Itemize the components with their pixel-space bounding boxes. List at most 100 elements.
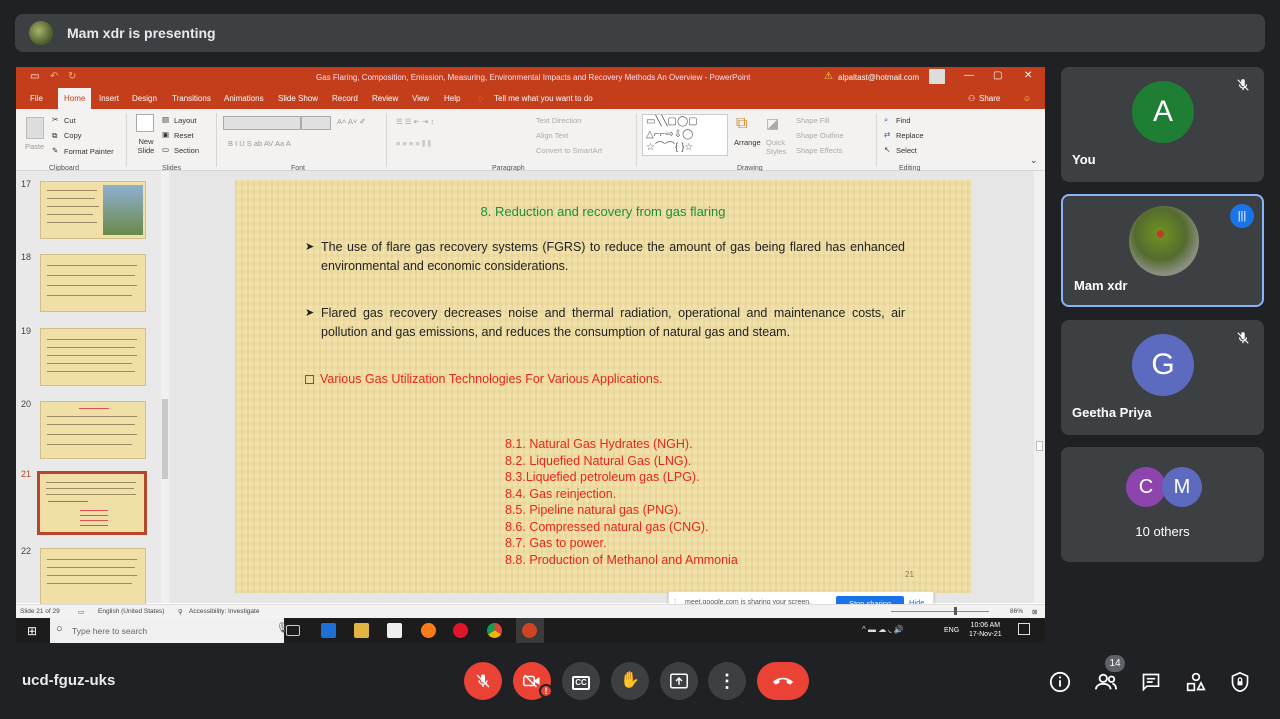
align-text-button[interactable]: Align Text bbox=[536, 131, 568, 140]
edge-icon[interactable] bbox=[321, 623, 336, 638]
select-button[interactable]: Select bbox=[896, 146, 917, 155]
tab-animations[interactable]: Animations bbox=[224, 94, 264, 103]
reset-button[interactable]: Reset bbox=[174, 131, 194, 140]
tab-transitions[interactable]: Transitions bbox=[172, 94, 211, 103]
save-icon[interactable]: ▭ bbox=[30, 71, 39, 82]
shape-fill-button[interactable]: Shape Fill bbox=[796, 116, 829, 125]
convert-smartart-button[interactable]: Convert to SmartArt bbox=[536, 146, 602, 155]
minimize-icon[interactable]: — bbox=[964, 70, 974, 81]
activities-button[interactable] bbox=[1183, 669, 1209, 695]
slide-thumbnail[interactable] bbox=[40, 328, 146, 386]
cut-button[interactable]: Cut bbox=[64, 116, 76, 125]
shape-outline-button[interactable]: Shape Outline bbox=[796, 131, 844, 140]
participant-tile-presenter[interactable]: ||| Mam xdr bbox=[1061, 194, 1264, 307]
find-button[interactable]: Find bbox=[896, 116, 911, 125]
people-button[interactable] bbox=[1093, 669, 1119, 695]
section-button[interactable]: Section bbox=[174, 146, 199, 155]
store-icon[interactable] bbox=[387, 623, 402, 638]
spellcheck-icon[interactable]: ▭ bbox=[78, 608, 84, 616]
present-now-button[interactable] bbox=[660, 662, 698, 700]
slide-thumbnail-selected[interactable] bbox=[37, 471, 147, 535]
account-avatar-icon[interactable] bbox=[929, 69, 945, 84]
shapes-gallery[interactable]: ▭╲╲▢◯▢ △⌐⌐⇨⇩◯ ☆⌒⌒{ }☆ bbox=[642, 114, 728, 156]
notifications-icon[interactable] bbox=[1018, 623, 1030, 635]
system-tray-icons[interactable]: ^ ▬ ☁ ◟ 🔊 bbox=[862, 625, 904, 634]
text-direction-button[interactable]: Text Direction bbox=[536, 116, 581, 125]
replace-button[interactable]: Replace bbox=[896, 131, 924, 140]
paste-button[interactable]: Paste bbox=[25, 142, 44, 151]
tab-help[interactable]: Help bbox=[444, 94, 460, 103]
new-slide-button[interactable]: New Slide bbox=[131, 137, 161, 155]
layout-button[interactable]: Layout bbox=[174, 116, 197, 125]
windows-start-icon[interactable]: ⊞ bbox=[27, 624, 37, 638]
slide-thumbnail[interactable] bbox=[40, 254, 146, 312]
slide-thumbnail[interactable] bbox=[40, 401, 146, 459]
task-view-icon[interactable] bbox=[286, 625, 300, 636]
share-person-icon[interactable]: ⚇ bbox=[968, 94, 975, 103]
tab-design[interactable]: Design bbox=[132, 94, 157, 103]
thumbnail-scrollbar[interactable] bbox=[161, 171, 169, 603]
file-explorer-icon[interactable] bbox=[354, 623, 369, 638]
font-format-icons[interactable]: B I U S ab AV Aa A bbox=[228, 139, 291, 148]
list-icons[interactable]: ☰ ☰ ⇤ ⇥ ↕ bbox=[396, 117, 434, 126]
powerpoint-taskbar-button[interactable] bbox=[516, 618, 544, 643]
opera-icon[interactable] bbox=[453, 623, 468, 638]
slide-thumbnail[interactable] bbox=[40, 548, 146, 606]
shape-effects-button[interactable]: Shape Effects bbox=[796, 146, 843, 155]
tab-view[interactable]: View bbox=[412, 94, 429, 103]
raise-hand-button[interactable]: ✋ bbox=[611, 662, 649, 700]
tab-slide-show[interactable]: Slide Show bbox=[278, 94, 318, 103]
redo-icon[interactable]: ↻ bbox=[68, 71, 76, 82]
copy-button[interactable]: Copy bbox=[64, 131, 82, 140]
font-size-field[interactable] bbox=[301, 116, 331, 130]
quick-styles-icon[interactable]: ◪ bbox=[766, 115, 788, 133]
language-status[interactable]: English (United States) bbox=[98, 608, 164, 615]
account-name[interactable]: alpaltast@hotmail.com bbox=[838, 73, 919, 82]
current-slide[interactable]: 8. Reduction and recovery from gas flari… bbox=[235, 180, 971, 593]
font-name-field[interactable] bbox=[223, 116, 301, 130]
zoom-level[interactable]: 86% bbox=[1010, 608, 1023, 615]
share-button[interactable]: Share bbox=[979, 94, 1000, 103]
camera-toggle-button[interactable]: ! bbox=[513, 662, 553, 700]
host-controls-button[interactable] bbox=[1227, 669, 1253, 695]
tab-file[interactable]: File bbox=[30, 94, 43, 103]
tab-review[interactable]: Review bbox=[372, 94, 398, 103]
leave-call-button[interactable] bbox=[757, 662, 809, 700]
close-icon[interactable]: ✕ bbox=[1024, 70, 1032, 81]
participant-tile[interactable]: G Geetha Priya bbox=[1061, 320, 1264, 435]
captions-button[interactable]: CC bbox=[562, 662, 600, 700]
paste-icon[interactable] bbox=[26, 117, 44, 139]
meeting-details-button[interactable] bbox=[1047, 669, 1073, 695]
zoom-slider[interactable] bbox=[891, 611, 989, 612]
new-slide-icon[interactable] bbox=[136, 114, 154, 132]
firefox-icon[interactable] bbox=[421, 623, 436, 638]
zoom-slider-knob[interactable] bbox=[954, 607, 957, 615]
chat-button[interactable] bbox=[1138, 669, 1164, 695]
accessibility-status[interactable]: Accessibility: Investigate bbox=[189, 608, 259, 615]
undo-icon[interactable]: ↶ bbox=[50, 71, 58, 82]
tab-insert[interactable]: Insert bbox=[99, 94, 119, 103]
fit-slide-icon[interactable]: ⊠ bbox=[1032, 608, 1037, 616]
slide-thumbnail[interactable] bbox=[40, 181, 146, 239]
tab-record[interactable]: Record bbox=[332, 94, 358, 103]
collapse-ribbon-icon[interactable]: ⌄ bbox=[1030, 155, 1038, 166]
smiley-icon[interactable]: ☺ bbox=[1023, 94, 1031, 103]
quick-styles-button[interactable]: Quick Styles bbox=[766, 138, 792, 156]
mic-toggle-button[interactable] bbox=[464, 662, 502, 700]
more-options-button[interactable]: ⋮ bbox=[708, 662, 746, 700]
chrome-icon[interactable] bbox=[487, 623, 502, 638]
align-icons[interactable]: ≡ ≡ ≡ ≡ ⫼ ⫼ bbox=[396, 139, 431, 149]
taskbar-clock[interactable]: 10:06 AM 17-Nov-21 bbox=[969, 621, 1002, 639]
maximize-icon[interactable]: ▢ bbox=[993, 70, 1002, 81]
arrange-button[interactable]: Arrange bbox=[734, 138, 761, 147]
taskbar-search[interactable]: ○ Type here to search 🎙 bbox=[50, 618, 289, 643]
canvas-scrollbar[interactable] bbox=[1034, 171, 1045, 603]
format-painter-button[interactable]: Format Painter bbox=[64, 147, 114, 156]
participant-tile-you[interactable]: A You bbox=[1061, 67, 1264, 182]
tab-home[interactable]: Home bbox=[58, 88, 92, 109]
arrange-icon[interactable]: ⧉ bbox=[736, 115, 754, 133]
tell-me-input[interactable]: Tell me what you want to do bbox=[494, 94, 593, 103]
input-language[interactable]: ENG bbox=[944, 627, 959, 634]
font-grow-icon[interactable]: A˄ A˅ ✐ bbox=[337, 117, 366, 126]
other-participants-tile[interactable]: C M 10 others bbox=[1061, 447, 1264, 562]
